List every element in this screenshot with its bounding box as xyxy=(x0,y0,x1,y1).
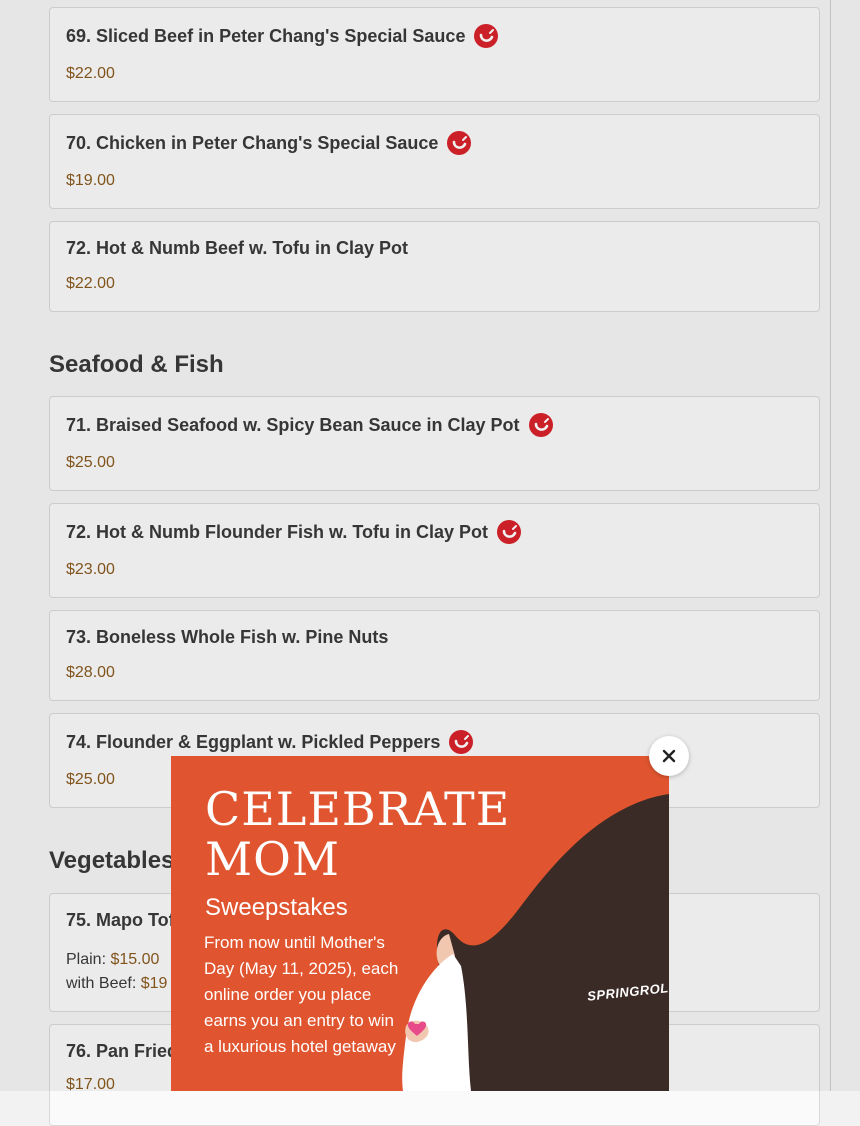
promo-body: From now until Mother's Day (May 11, 202… xyxy=(204,933,399,1056)
promo-subheading: Sweepstakes xyxy=(205,894,348,921)
close-icon xyxy=(662,749,676,763)
close-button[interactable] xyxy=(649,736,689,776)
promo-heading: CELEBRATE MOM xyxy=(205,782,511,886)
promo-popup[interactable]: CELEBRATE MOM Sweepstakes From now until… xyxy=(171,756,669,1091)
